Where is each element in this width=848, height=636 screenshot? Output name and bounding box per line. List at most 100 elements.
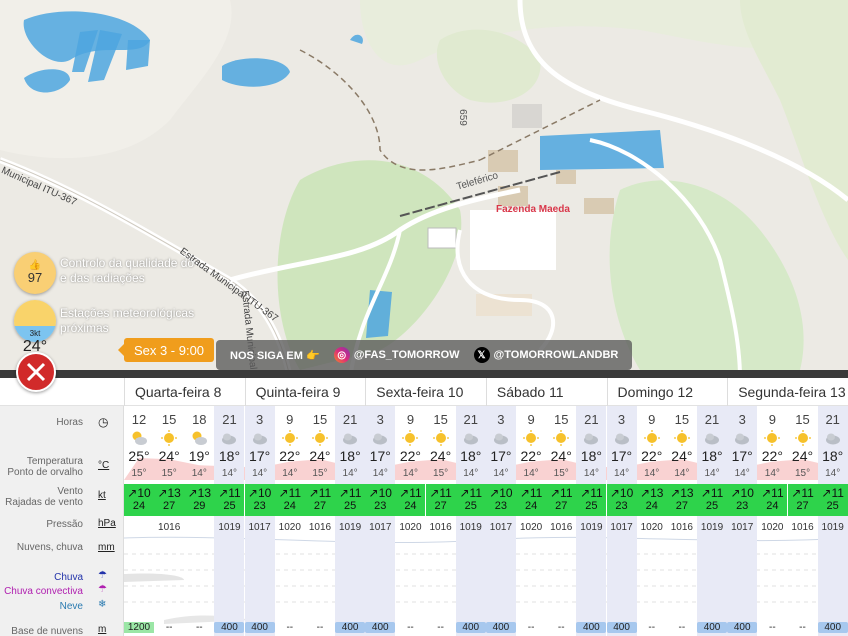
map-view[interactable]: Teleférico Fazenda Maeda 659 Estrada Mun… (0, 0, 848, 378)
convective-icon: ☂ (98, 584, 107, 595)
hour-label: 3 (376, 412, 384, 427)
cloudbase-value: -- (557, 622, 565, 633)
wind-gust-value: 23 (615, 500, 628, 512)
close-button[interactable] (16, 352, 56, 392)
day-header-0[interactable]: Quarta-feira 8 (124, 378, 245, 406)
cloud-icon (220, 430, 238, 446)
forecast-column[interactable]: 15 24° 15° ↗11 27 1016 -- (787, 406, 818, 636)
temperature-value: 22° (279, 448, 301, 464)
forecast-column[interactable]: 9 22° 14° ↗11 24 1020 -- (516, 406, 547, 636)
temperature-value: 22° (641, 448, 663, 464)
forecast-column[interactable]: 21 18° 14° ↗11 25 1019 400 (576, 406, 607, 636)
station-text-line-2: próximas (60, 321, 109, 335)
forecast-column[interactable]: 9 22° 14° ↗11 24 1020 -- (757, 406, 788, 636)
wind-speed: ↗11 (576, 486, 606, 500)
wind-speed-value: 11 (771, 486, 784, 500)
forecast-column[interactable]: 3 17° 14° ↗10 23 1017 400 (365, 406, 396, 636)
pressure-value: 1017 (610, 522, 633, 533)
dewpoint-value: 14° (644, 468, 660, 479)
cloudbase-value: -- (316, 622, 324, 633)
pressure-value: 1019 (338, 522, 362, 533)
wind-speed-value: 11 (710, 486, 724, 500)
sun-icon (794, 430, 812, 446)
dewpoint-value: 15° (131, 468, 147, 479)
instagram-handle: @FAS_TOMORROW (353, 349, 460, 361)
unit-cloudbase[interactable]: m (98, 624, 106, 635)
unit-pressure[interactable]: hPa (98, 518, 116, 529)
wind-speed: ↗11 (395, 486, 425, 500)
forecast-column[interactable]: 15 24° 15° ↗13 27 1016 -- (154, 406, 185, 636)
time-indicator[interactable]: Sex 3 - 9:00 (118, 338, 214, 362)
forecast-column[interactable]: 9 22° 14° ↗13 24 1020 -- (636, 406, 667, 636)
wind-speed-value: 11 (590, 486, 603, 500)
wind-speed: ↗11 (546, 486, 576, 500)
station-badge[interactable]: 24° 3kt (14, 300, 56, 355)
unit-clouds[interactable]: mm (98, 542, 115, 553)
forecast-column[interactable]: 3 17° 14° ↗10 23 1017 400 (727, 406, 758, 636)
forecast-column[interactable]: 9 22° 14° ↗11 24 1020 -- (395, 406, 426, 636)
quality-score-badge[interactable]: 👍 97 (14, 252, 56, 294)
forecast-column[interactable]: 15 24° 14° ↗13 27 1016 -- (666, 406, 697, 636)
forecast-column[interactable]: 3 17° 14° ↗10 23 1017 400 (244, 406, 275, 636)
forecast-column[interactable]: 3 17° 14° ↗10 23 1017 400 (485, 406, 516, 636)
forecast-column[interactable]: 9 22° 14° ↗11 24 1020 -- (274, 406, 305, 636)
hour-label: 18 (192, 412, 207, 427)
station-description: Estações meteorológicas próximas (60, 306, 194, 336)
hour-label: 21 (584, 412, 599, 427)
label-clouds: Nuvens, chuva (16, 542, 83, 553)
wind-gust-value: 25 (705, 500, 719, 512)
forecast-column[interactable]: 12 25° 15° ↗10 24 1200 (124, 406, 154, 636)
wind-speed: ↗13 (154, 486, 184, 500)
wind-speed: ↗11 (426, 486, 456, 500)
wind-cell: ↗13 27 (154, 484, 185, 516)
cloudbase-value: 400 (817, 622, 848, 633)
forecast-column[interactable]: 15 24° 15° ↗11 27 1016 -- (546, 406, 577, 636)
day-header-3[interactable]: Sábado 11 (485, 378, 607, 406)
wind-gust-value: 24 (404, 500, 417, 512)
wind-speed: ↗11 (516, 486, 546, 500)
day-header-1[interactable]: Quinta-feira 9 (244, 378, 366, 406)
day-header-4[interactable]: Domingo 12 (606, 378, 728, 406)
forecast-grid[interactable]: 12 25° 15° ↗10 24 1200 15 24° 15° ↗13 27 1016 -- 18 19… (124, 406, 848, 636)
wind-gust-value: 23 (494, 500, 508, 512)
unit-wind[interactable]: kt (98, 490, 106, 501)
wind-gust-value: 25 (223, 500, 236, 512)
hour-label: 21 (342, 412, 358, 427)
road-number-label: 659 (456, 109, 468, 126)
sun-icon (763, 430, 781, 446)
forecast-column[interactable]: 21 18° 14° ↗11 25 1019 400 (697, 406, 728, 636)
wind-gust-value: 25 (826, 500, 839, 512)
hour-label: 12 (131, 412, 147, 427)
dewpoint-value: 14° (191, 468, 207, 479)
forecast-column[interactable]: 21 18° 14° ↗11 25 1019 400 (335, 406, 366, 636)
temperature-value: 17° (369, 448, 391, 464)
forecast-column[interactable]: 21 18° 14° ↗11 25 1019 400 (214, 406, 245, 636)
wind-gust-value: 24 (766, 500, 779, 512)
dewpoint-value: 15° (433, 468, 449, 479)
day-header-2[interactable]: Sexta-feira 10 (365, 378, 486, 406)
cloudbase-value: -- (165, 622, 173, 633)
forecast-column[interactable]: 21 18° 14° ↗11 25 1019 400 (455, 406, 486, 636)
pressure-value: 1019 (580, 522, 603, 533)
cloudbase-value: 400 (244, 622, 275, 633)
forecast-column[interactable]: 3 17° 14° ↗10 23 1017 400 (606, 406, 637, 636)
forecast-column[interactable]: 21 18° 14° ↗11 25 1019 400 (817, 406, 848, 636)
forecast-column[interactable]: 15 24° 15° ↗11 27 1016 -- (425, 406, 456, 636)
x-handle: @TOMORROWLANDBR (493, 349, 619, 361)
cloud-icon (733, 430, 751, 446)
day-header-5[interactable]: Segunda-feira 13 (727, 378, 848, 406)
x-link[interactable]: 𝕏 @TOMORROWLANDBR (473, 347, 619, 363)
instagram-link[interactable]: ◎ @FAS_TOMORROW (333, 347, 460, 363)
dewpoint-value: 14° (674, 468, 690, 479)
wind-speed-value: 10 (499, 486, 513, 500)
pressure-value: 1016 (791, 522, 814, 533)
forecast-column[interactable]: 18 19° 14° ↗13 29 -- (184, 406, 215, 636)
cloud-icon (824, 430, 842, 446)
forecast-column[interactable]: 15 24° 15° ↗11 27 1016 -- (304, 406, 335, 636)
cloudbase-value: 400 (697, 622, 728, 633)
hour-label: 15 (795, 412, 810, 427)
place-label-fazenda[interactable]: Fazenda Maeda (496, 204, 570, 215)
unit-temp[interactable]: °C (98, 460, 109, 471)
wind-cell: ↗11 25 (335, 484, 366, 516)
dewpoint-value: 15° (312, 468, 328, 479)
